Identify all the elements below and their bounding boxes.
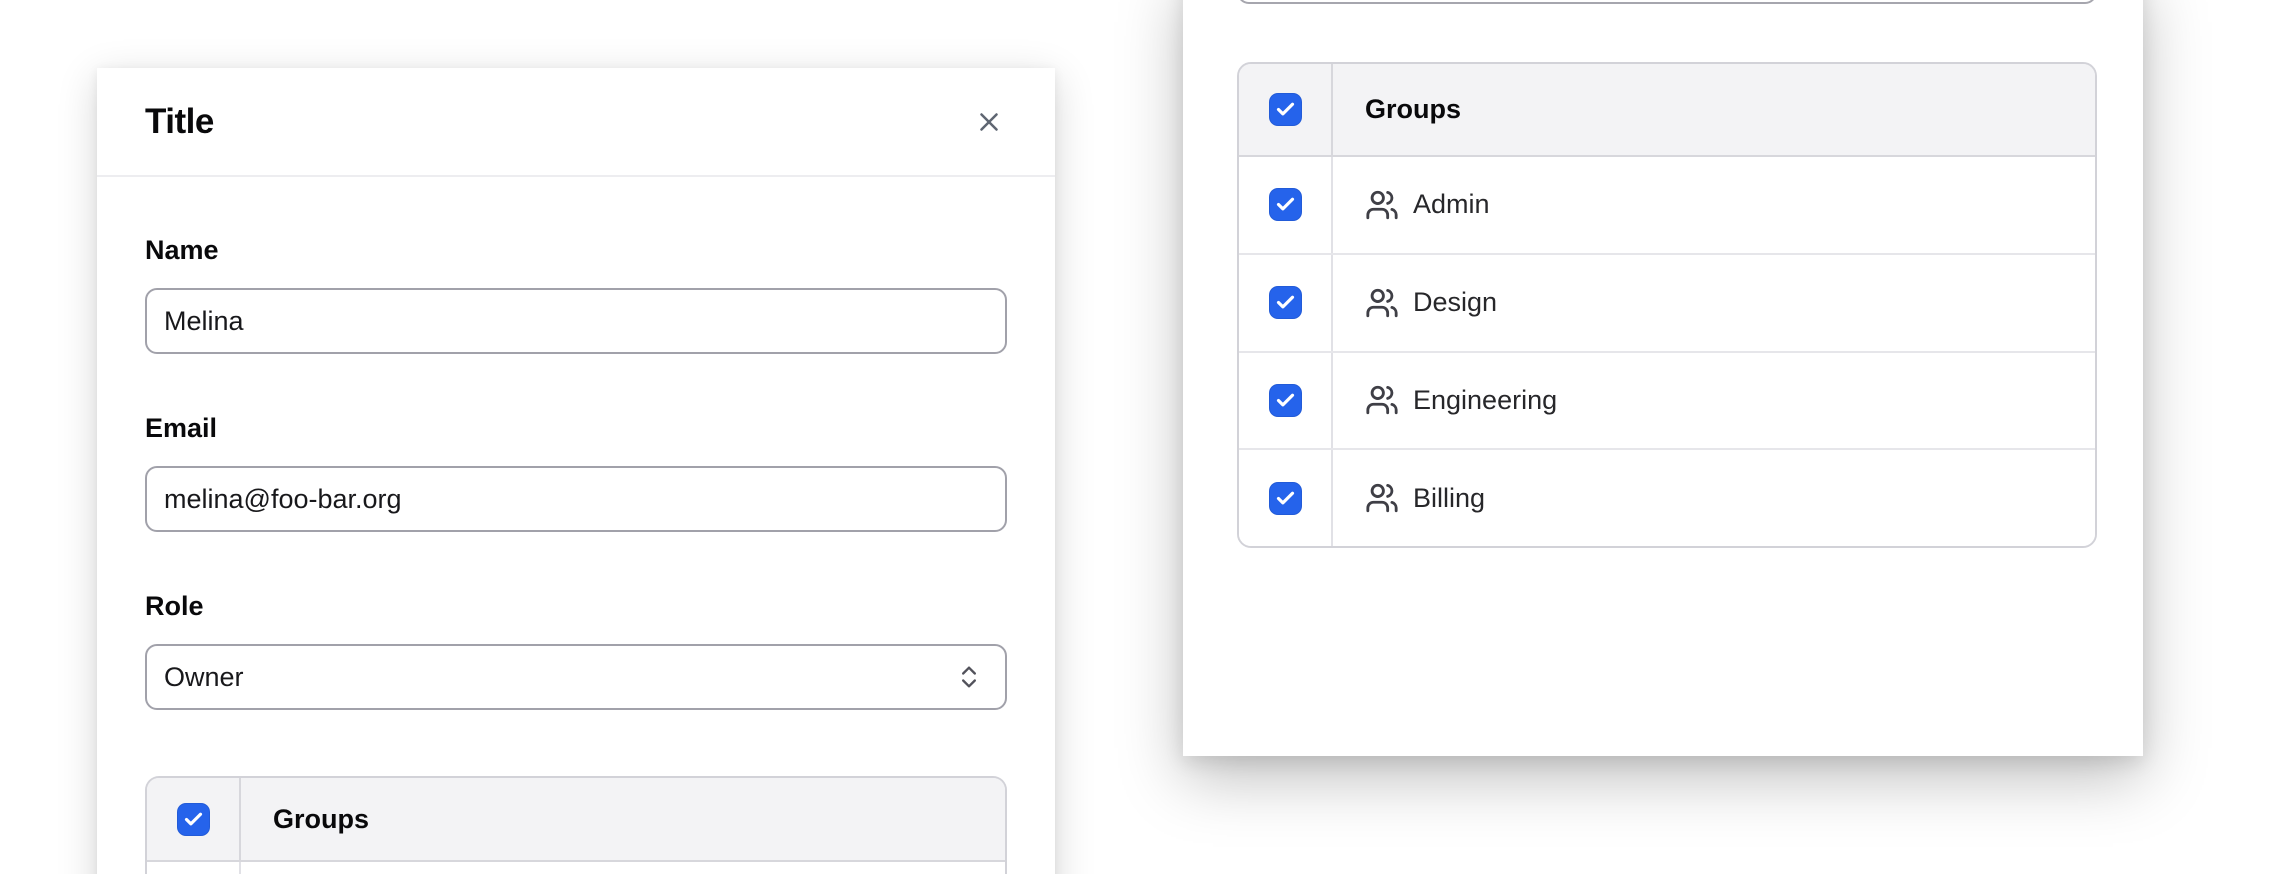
row-label-cell: Engineering <box>1333 353 2095 449</box>
modal-header: Title <box>97 68 1055 177</box>
email-label: Email <box>145 412 1007 444</box>
row-label-cell: Design <box>1333 255 2095 351</box>
role-select-value: Owner <box>164 662 244 693</box>
group-name: Design <box>1413 287 1497 318</box>
page-background: Title Name Email Role Owner <box>0 0 2276 874</box>
check-icon <box>1275 99 1296 120</box>
group-name: Billing <box>1413 483 1485 514</box>
row-checkbox[interactable] <box>1269 286 1302 319</box>
users-icon <box>1365 383 1399 417</box>
panel-groups-table: Groups Admin <box>1237 62 2097 548</box>
row-checkbox-cell <box>1239 157 1333 253</box>
name-label: Name <box>145 234 1007 266</box>
select-all-checkbox[interactable] <box>1269 93 1302 126</box>
close-button[interactable] <box>967 100 1011 144</box>
role-select[interactable]: Owner <box>145 644 1007 710</box>
email-input[interactable] <box>145 466 1007 532</box>
clipped-field-edge <box>1237 0 2097 4</box>
users-icon <box>1365 481 1399 515</box>
groups-header-label: Groups <box>1333 64 2095 155</box>
modal-body: Name Email Role Owner <box>97 234 1055 874</box>
group-row-engineering: Engineering <box>1239 351 2095 449</box>
row-checkbox-cell <box>1239 353 1333 449</box>
row-checkbox-cell <box>147 862 241 874</box>
panel-groups-table-header: Groups <box>1239 64 2095 157</box>
row-checkbox-cell <box>1239 255 1333 351</box>
check-icon <box>1275 194 1296 215</box>
x-icon <box>974 107 1004 137</box>
groups-panel: Groups Admin <box>1183 0 2143 756</box>
group-name: Admin <box>1413 189 1490 220</box>
check-icon <box>1275 390 1296 411</box>
row-label-cell <box>241 862 1005 874</box>
row-label-cell: Admin <box>1333 157 2095 253</box>
clipped-table-row <box>147 862 1005 874</box>
chevrons-up-down-icon <box>955 663 983 691</box>
group-row-admin: Admin <box>1239 157 2095 253</box>
group-row-design: Design <box>1239 253 2095 351</box>
modal-title: Title <box>145 102 214 142</box>
groups-header-label: Groups <box>241 778 1005 860</box>
check-icon <box>183 809 204 830</box>
check-icon <box>1275 292 1296 313</box>
header-checkbox-cell <box>147 778 241 860</box>
select-all-checkbox[interactable] <box>177 803 210 836</box>
users-icon <box>1365 188 1399 222</box>
user-edit-modal: Title Name Email Role Owner <box>97 68 1055 874</box>
users-icon <box>1365 286 1399 320</box>
row-checkbox[interactable] <box>1269 384 1302 417</box>
group-name: Engineering <box>1413 385 1557 416</box>
group-row-billing: Billing <box>1239 448 2095 546</box>
row-checkbox-cell <box>1239 450 1333 546</box>
row-checkbox[interactable] <box>1269 482 1302 515</box>
role-label: Role <box>145 590 1007 622</box>
modal-groups-table: Groups <box>145 776 1007 874</box>
modal-groups-table-header: Groups <box>147 778 1005 862</box>
row-label-cell: Billing <box>1333 450 2095 546</box>
check-icon <box>1275 488 1296 509</box>
header-checkbox-cell <box>1239 64 1333 155</box>
row-checkbox[interactable] <box>1269 188 1302 221</box>
name-input[interactable] <box>145 288 1007 354</box>
